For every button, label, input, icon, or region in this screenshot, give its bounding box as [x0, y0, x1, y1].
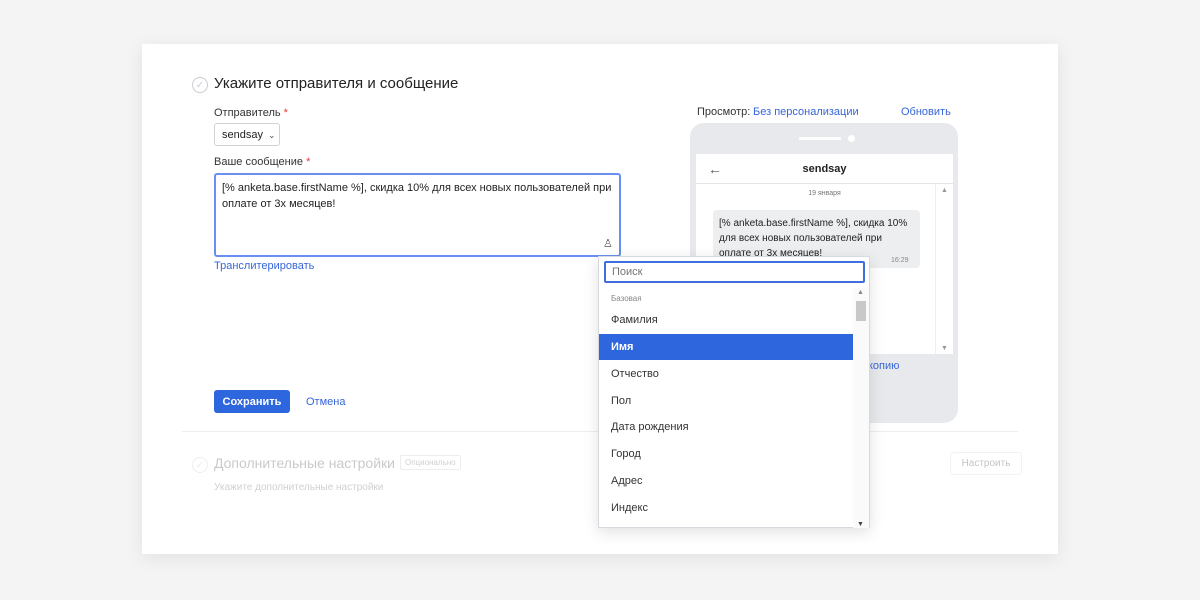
step-check-icon: ✓ [192, 77, 208, 93]
phone-camera [848, 135, 855, 142]
dropdown-option-firstname[interactable]: Имя [599, 334, 853, 360]
step-check-icon: ✓ [192, 457, 208, 473]
dropdown-option-lastname[interactable]: Фамилия [599, 307, 853, 333]
sender-label-text: Отправитель [214, 107, 281, 119]
phone-speaker [799, 137, 841, 140]
scrollbar-thumb[interactable] [856, 301, 866, 321]
copy-link[interactable]: копию [868, 360, 899, 372]
dropdown-option-patronymic[interactable]: Отчество [599, 361, 853, 387]
preview-scrollbar[interactable]: ▲ ▼ [935, 184, 953, 354]
sender-select[interactable]: sendsay ⌄ [214, 123, 280, 146]
personalization-icon[interactable]: ♙ [603, 237, 613, 250]
dropdown-option-address[interactable]: Адрес [599, 468, 853, 494]
campaign-card: ✓ Укажите отправителя и сообщение Отправ… [142, 44, 1058, 554]
scroll-up-icon: ▲ [857, 289, 864, 296]
additional-settings-subtitle: Укажите дополнительные настройки [214, 482, 384, 493]
phone-chat-title: sendsay [802, 163, 847, 175]
divider [696, 183, 953, 184]
message-date: 19 января [808, 190, 841, 197]
dropdown-option-birthdate[interactable]: Дата рождения [599, 414, 853, 440]
additional-settings-title: Дополнительные настройки [214, 455, 395, 471]
sender-label: Отправитель * [214, 107, 288, 119]
dropdown-option-gender[interactable]: Пол [599, 388, 853, 414]
chevron-down-icon: ⌄ [267, 130, 276, 140]
transliterate-link[interactable]: Транслитерировать [214, 260, 314, 272]
personalization-dropdown: Базовая Фамилия Имя Отчество Пол Дата ро… [598, 256, 870, 528]
preview-label: Просмотр: [697, 106, 751, 118]
message-label-text: Ваше сообщение [214, 156, 303, 168]
cancel-link[interactable]: Отмена [306, 396, 345, 408]
search-input[interactable] [604, 261, 865, 283]
dropdown-option-city[interactable]: Город [599, 441, 853, 467]
message-textarea[interactable]: [% anketa.base.firstName %], скидка 10% … [214, 173, 621, 257]
setup-button[interactable]: Настроить [950, 452, 1022, 475]
message-label: Ваше сообщение * [214, 156, 310, 168]
step-title: Укажите отправителя и сообщение [214, 75, 459, 92]
message-time: 16:29 [891, 257, 909, 264]
scroll-down-icon: ▼ [857, 521, 864, 528]
dropdown-option-zip[interactable]: Индекс [599, 495, 853, 521]
required-mark: * [283, 107, 288, 119]
save-button[interactable]: Сохранить [214, 390, 290, 413]
preview-mode-link[interactable]: Без персонализации [753, 106, 859, 118]
required-mark: * [306, 156, 311, 168]
dropdown-scrollbar[interactable]: ▲ ▼ [853, 288, 869, 528]
scroll-up-icon: ▲ [941, 187, 948, 194]
refresh-link[interactable]: Обновить [901, 106, 951, 118]
optional-badge: Опционально [400, 455, 461, 470]
sender-select-value: sendsay [222, 129, 263, 141]
scroll-down-icon: ▼ [941, 345, 948, 352]
group-label: Базовая [611, 294, 642, 303]
